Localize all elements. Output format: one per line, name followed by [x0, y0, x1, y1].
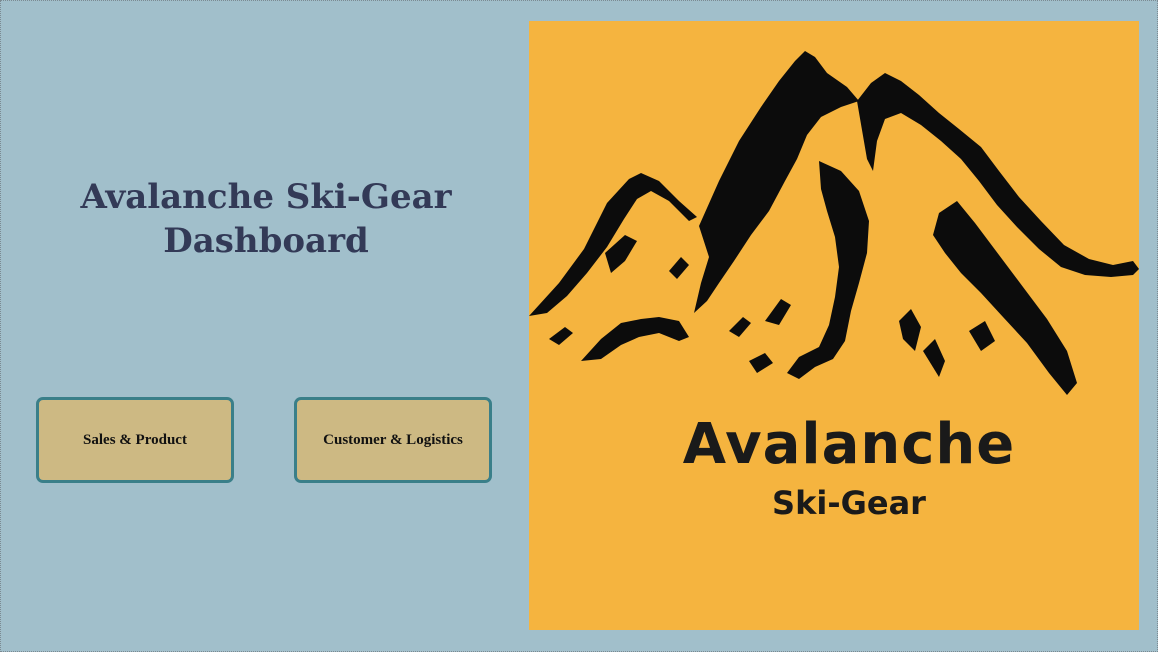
brand-logo: Avalanche Ski-Gear	[529, 21, 1139, 630]
logo-subtitle: Ski-Gear	[772, 484, 926, 522]
sales-product-button[interactable]: Sales & Product	[36, 397, 234, 483]
logo-name: Avalanche	[682, 412, 1016, 477]
mountain-icon	[529, 51, 1139, 395]
dashboard-canvas: Avalanche Ski-Gear Dashboard Sales & Pro…	[0, 0, 1158, 652]
customer-logistics-button[interactable]: Customer & Logistics	[294, 397, 492, 483]
dashboard-title: Avalanche Ski-Gear Dashboard	[80, 177, 452, 261]
